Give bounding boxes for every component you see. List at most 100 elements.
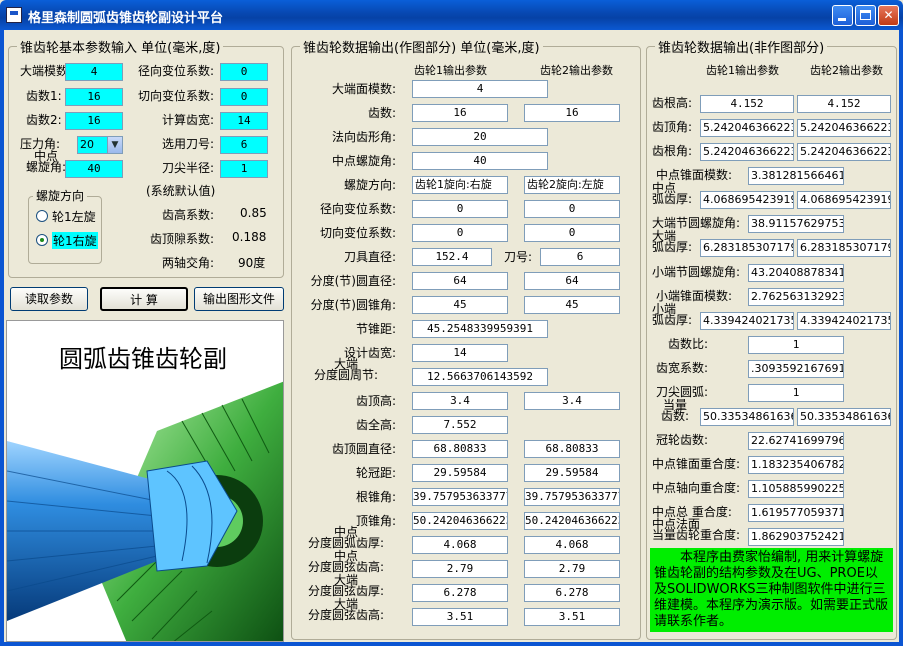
out-radial-shift-1[interactable]: 0 <box>412 200 508 218</box>
pitch-angle-1[interactable]: 45 <box>412 296 508 314</box>
addendum-angle-1[interactable]: 5.2420463662230 <box>700 119 794 137</box>
dedendum-1[interactable]: 4.152 <box>700 95 794 113</box>
mid-arc-2[interactable]: 4.0686954239195 <box>797 191 891 209</box>
radio-right-hand[interactable] <box>36 234 48 246</box>
face-angle-2[interactable]: 50.242046366223 <box>524 512 620 530</box>
out-tangent-shift-2[interactable]: 0 <box>524 224 620 242</box>
export-button[interactable]: 输出图形文件 <box>194 287 284 311</box>
z2-input[interactable]: 16 <box>65 112 123 130</box>
outer-chord-thick-1[interactable]: 6.278 <box>412 584 508 602</box>
right-col2-header: 齿轮2输出参数 <box>810 64 883 77</box>
out-tangent-shift-1[interactable]: 0 <box>412 224 508 242</box>
width-coef-value[interactable]: .30935921676911 <box>748 360 844 378</box>
cutter-no-value[interactable]: 6 <box>540 248 620 266</box>
mid-face-contact-value[interactable]: 1.1832354067828 <box>748 456 844 474</box>
face-width-input[interactable]: 14 <box>220 112 268 130</box>
virtual-teeth-1[interactable]: 50.335348616360 <box>700 408 794 426</box>
crown-teeth-value[interactable]: 22.627416997969 <box>748 432 844 450</box>
tip-arc-value[interactable]: 1 <box>748 384 844 402</box>
virtual-teeth-2[interactable]: 50.335348616360 <box>797 408 891 426</box>
crown-dist-2[interactable]: 29.59584 <box>524 464 620 482</box>
dedendum-angle-2[interactable]: 5.2420463662230 <box>797 143 891 161</box>
chevron-down-icon[interactable]: ▼ <box>107 137 122 153</box>
root-angle-1[interactable]: 39.757953633777 <box>412 488 508 506</box>
pitch-angle-2[interactable]: 45 <box>524 296 620 314</box>
spiral-dir-2-value[interactable]: 齿轮2旋向:左旋 <box>524 176 620 194</box>
circ-pitch-value[interactable]: 12.5663706143592 <box>412 368 548 386</box>
outer-chord-thick-2[interactable]: 6.278 <box>524 584 620 602</box>
mid-total-contact-value[interactable]: 1.6195770593710 <box>748 504 844 522</box>
tip-dia-2[interactable]: 68.80833 <box>524 440 620 458</box>
mid-arc-thick-1[interactable]: 4.068 <box>412 536 508 554</box>
radio-left-hand-label[interactable]: 轮1左旋 <box>52 208 96 225</box>
pressure-select[interactable]: 20 ▼ <box>77 136 123 154</box>
dedendum-2[interactable]: 4.152 <box>797 95 891 113</box>
outer-arc-1[interactable]: 6.2831853071795 <box>700 239 794 257</box>
z1-input[interactable]: 16 <box>65 88 123 106</box>
spiral-dir-label: 螺旋方向: <box>343 178 396 192</box>
addendum-angle-2[interactable]: 5.2420463662230 <box>797 119 891 137</box>
outer-chord-height-2[interactable]: 3.51 <box>524 608 620 626</box>
mid-module-value[interactable]: 3.3812815664617 <box>748 167 844 185</box>
face-width-label: 计算齿宽: <box>161 113 214 127</box>
dedendum-angle-label: 齿根角: <box>652 144 693 158</box>
crown-dist-1[interactable]: 29.59584 <box>412 464 508 482</box>
close-button[interactable]: ✕ <box>878 5 899 26</box>
radial-shift-input[interactable]: 0 <box>220 63 268 81</box>
teeth-1-value[interactable]: 16 <box>412 104 508 122</box>
read-params-button[interactable]: 读取参数 <box>10 287 88 311</box>
mid-chord-height-1[interactable]: 2.79 <box>412 560 508 578</box>
dedendum-angle-1[interactable]: 5.2420463662230 <box>700 143 794 161</box>
outer-chord-height-label: 大端 分度圆弦齿高: <box>307 597 385 622</box>
maximize-button[interactable] <box>855 5 876 26</box>
cutter-input[interactable]: 6 <box>220 136 268 154</box>
addendum-label: 齿顶高: <box>355 394 396 408</box>
pitch-dia-label: 分度(节)圆直径: <box>310 274 396 288</box>
inner-module-value[interactable]: 2.7625631329235 <box>748 288 844 306</box>
tangent-shift-input[interactable]: 0 <box>220 88 268 106</box>
minimize-button[interactable] <box>832 5 853 26</box>
radio-left-hand[interactable] <box>36 210 48 222</box>
defaults-title: (系统默认值) <box>146 184 216 198</box>
radio-right-hand-label[interactable]: 轮1右旋 <box>52 232 98 249</box>
addendum-2[interactable]: 3.4 <box>524 392 620 410</box>
module-input[interactable]: 4 <box>65 63 123 81</box>
ratio-value[interactable]: 1 <box>748 336 844 354</box>
normal-pressure-value[interactable]: 20 <box>412 128 548 146</box>
outer-chord-height-1[interactable]: 3.51 <box>412 608 508 626</box>
outer-arc-2[interactable]: 6.2831853071795 <box>797 239 891 257</box>
tip-radius-input[interactable]: 1 <box>220 160 268 178</box>
author-note: 本程序由费家怡编制, 用来计算螺旋锥齿轮副的结构参数及在UG、PROE以及SOL… <box>650 548 893 632</box>
mid-normal-contact-value[interactable]: 1.8629037524212 <box>748 528 844 546</box>
teeth-2-value[interactable]: 16 <box>524 104 620 122</box>
mid-arc-thick-2[interactable]: 4.068 <box>524 536 620 554</box>
mid-arc-1[interactable]: 4.0686954239195 <box>700 191 794 209</box>
outer-chord-thick-label: 大端 分度圆弦齿厚: <box>307 573 385 598</box>
maximize-icon <box>860 10 871 20</box>
app-icon[interactable] <box>6 7 22 23</box>
addendum-1[interactable]: 3.4 <box>412 392 508 410</box>
design-width-value[interactable]: 14 <box>412 344 508 362</box>
mid-chord-height-2[interactable]: 2.79 <box>524 560 620 578</box>
spiral-input[interactable]: 40 <box>65 160 123 178</box>
inner-arc-2[interactable]: 4.3394240217353 <box>797 312 891 330</box>
pitch-dia-1[interactable]: 64 <box>412 272 508 290</box>
inner-spiral-value[interactable]: 43.204088783416 <box>748 264 844 282</box>
cone-distance-value[interactable]: 45.2548339959391 <box>412 320 548 338</box>
teeth-label: 齿数: <box>367 106 396 120</box>
cutter-dia-value[interactable]: 152.4 <box>412 248 492 266</box>
root-angle-2[interactable]: 39.757953633777 <box>524 488 620 506</box>
face-angle-1[interactable]: 50.242046366223 <box>412 512 508 530</box>
tip-dia-1[interactable]: 68.80833 <box>412 440 508 458</box>
out-radial-shift-2[interactable]: 0 <box>524 200 620 218</box>
whole-depth-value[interactable]: 7.552 <box>412 416 508 434</box>
clearance-coef-label: 齿顶隙系数: <box>149 232 214 246</box>
pitch-dia-2[interactable]: 64 <box>524 272 620 290</box>
inner-arc-1[interactable]: 4.3394240217353 <box>700 312 794 330</box>
mid-spiral-value[interactable]: 40 <box>412 152 548 170</box>
spiral-dir-1-value[interactable]: 齿轮1旋向:右旋 <box>412 176 508 194</box>
face-module-value[interactable]: 4 <box>412 80 548 98</box>
compute-button[interactable]: 计 算 <box>100 287 188 311</box>
outer-spiral-value[interactable]: 38.9115762975319 <box>748 215 844 233</box>
mid-axial-contact-value[interactable]: 1.1058859902251 <box>748 480 844 498</box>
